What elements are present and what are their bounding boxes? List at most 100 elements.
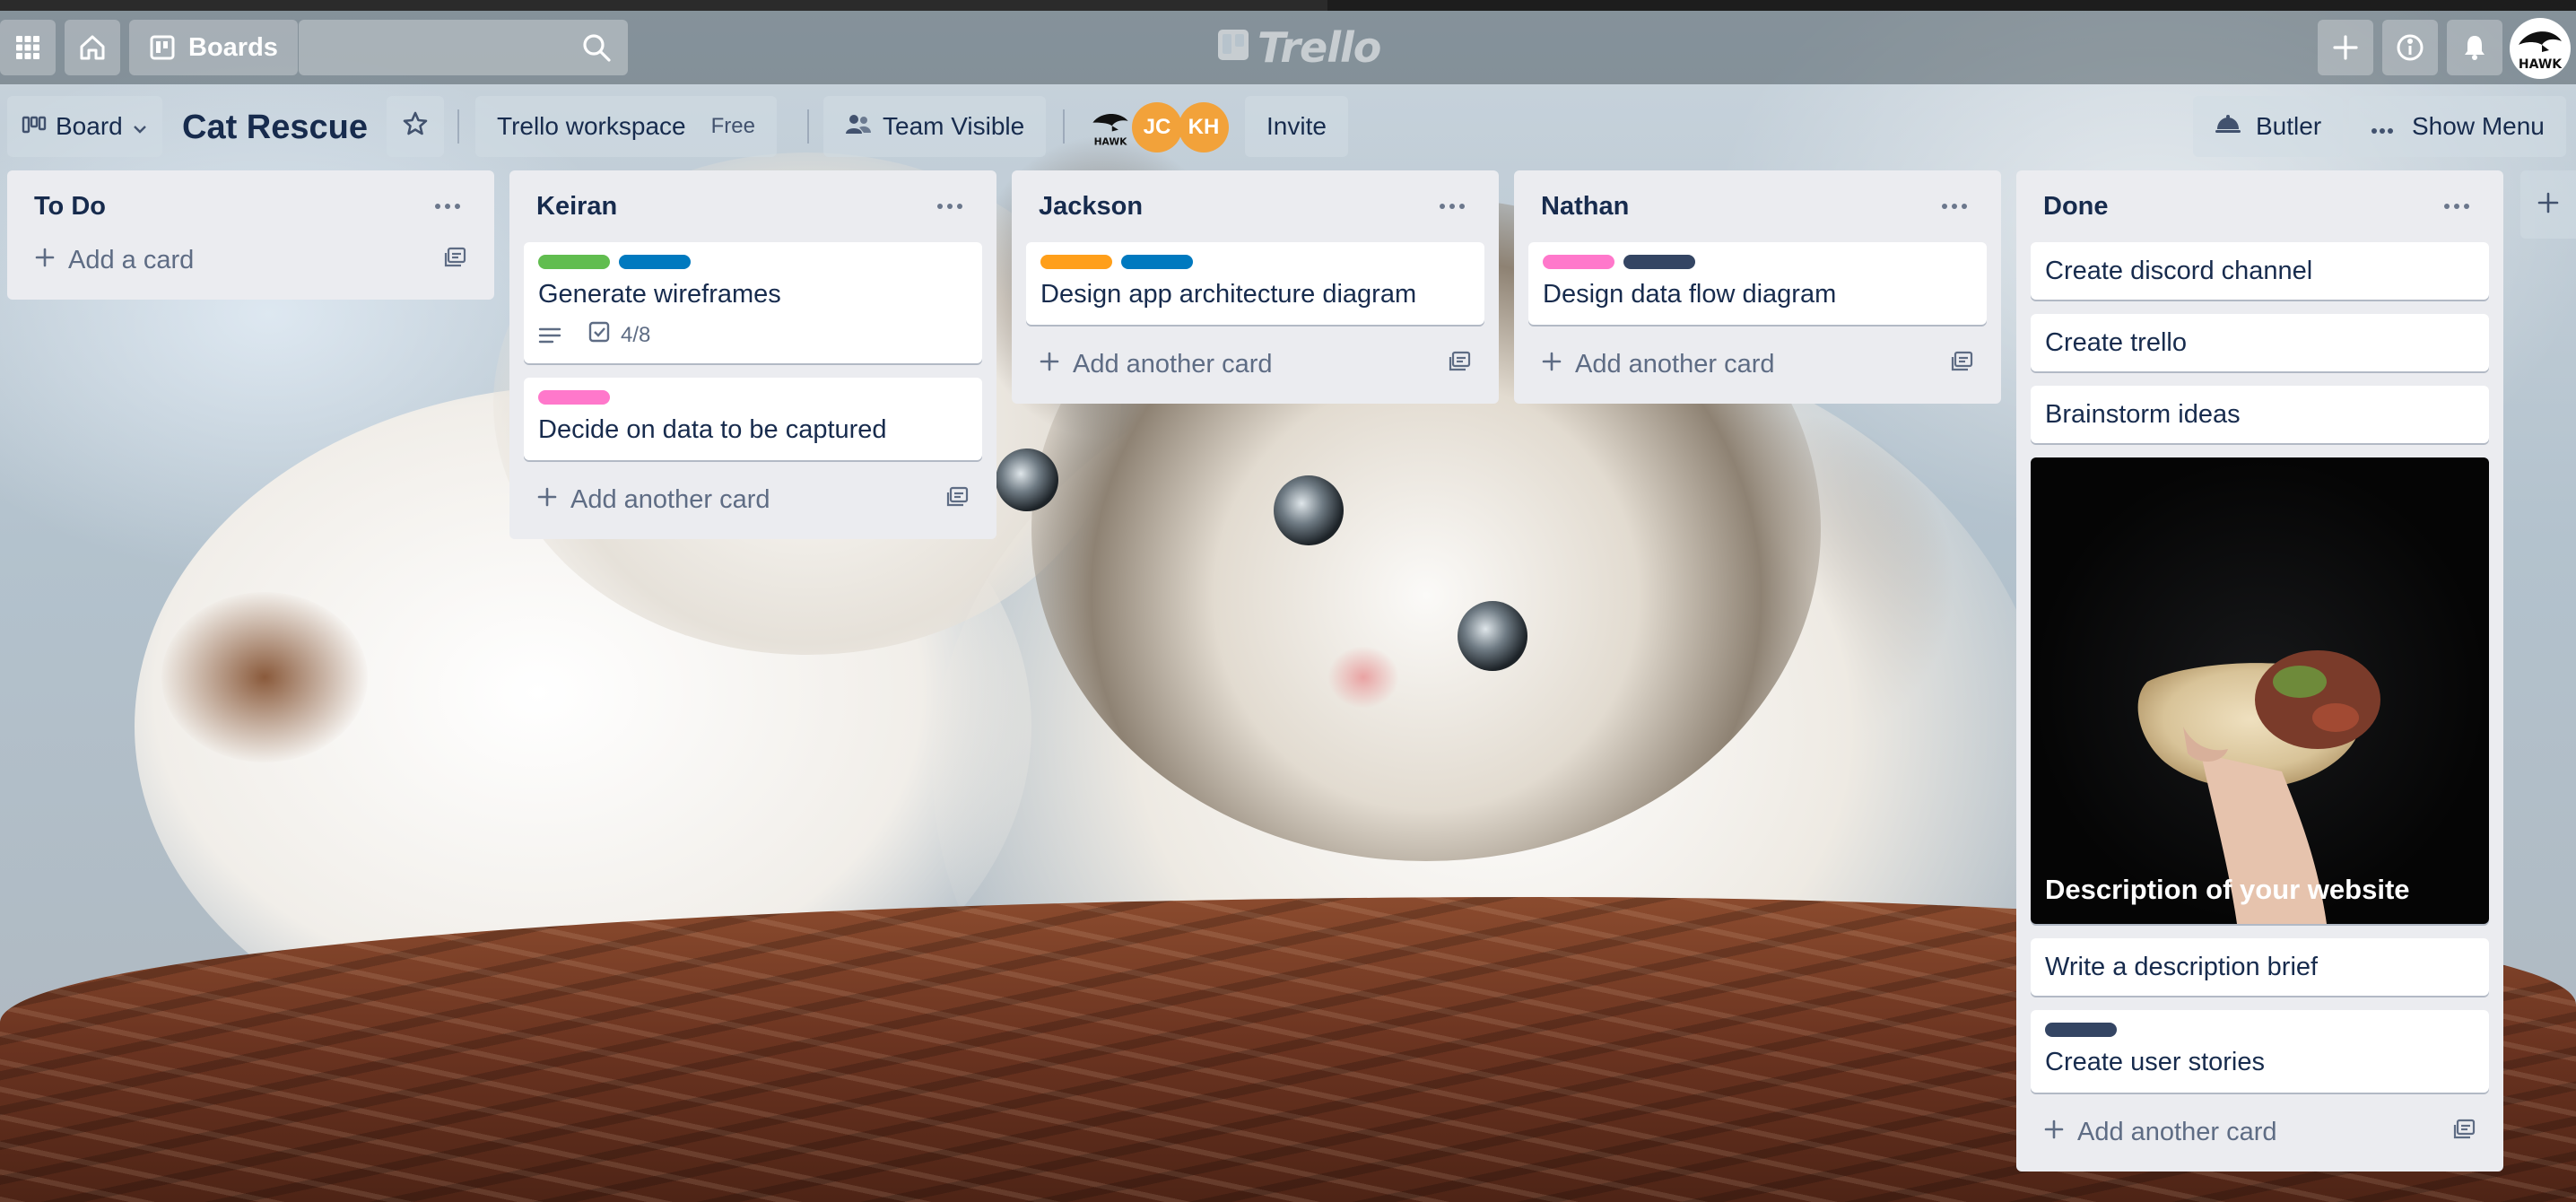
checkbox-icon xyxy=(588,321,610,349)
list-keiran: Keiran Generate wireframes 4/8 Decide on… xyxy=(509,170,996,539)
search-icon xyxy=(581,32,612,67)
list-menu-icon[interactable] xyxy=(428,196,467,216)
star-board-button[interactable] xyxy=(387,96,444,157)
list-title[interactable]: Keiran xyxy=(536,192,617,222)
card-label-orange[interactable] xyxy=(1040,255,1112,269)
card[interactable]: Create trello xyxy=(2031,314,2489,371)
card-title: Description of your website xyxy=(2045,874,2410,905)
card-title: Create discord channel xyxy=(2045,257,2313,285)
list-title[interactable]: To Do xyxy=(34,192,106,222)
add-card-label: Add another card xyxy=(1073,349,1273,379)
list-header: Nathan xyxy=(1528,170,1987,242)
user-avatar[interactable]: HAWK xyxy=(2510,18,2571,79)
header-divider xyxy=(807,109,809,144)
list-menu-icon[interactable] xyxy=(2437,196,2476,216)
card-title: Design app architecture diagram xyxy=(1040,280,1417,309)
card-title: Create trello xyxy=(2045,328,2187,357)
header-divider xyxy=(457,109,459,144)
add-card-label: Add a card xyxy=(68,245,195,274)
butler-button[interactable]: Butler xyxy=(2193,96,2344,157)
card-label-navy[interactable] xyxy=(1623,255,1695,269)
apps-icon xyxy=(14,34,41,61)
card[interactable]: Write a description brief xyxy=(2031,938,2489,996)
list-done: Done Create discord channel Create trell… xyxy=(2016,170,2503,1172)
workspace-button[interactable]: Trello workspace Free xyxy=(475,96,777,157)
member-avatar-jc[interactable]: JC xyxy=(1132,102,1182,152)
list-header: Jackson xyxy=(1026,170,1484,242)
card-label-navy[interactable] xyxy=(2045,1023,2117,1037)
card-label-pink[interactable] xyxy=(538,390,610,405)
plus-icon xyxy=(2043,1118,2065,1147)
card[interactable]: Brainstorm ideas xyxy=(2031,386,2489,443)
list-header: To Do xyxy=(22,170,480,242)
add-card-button[interactable]: Add another card xyxy=(524,475,982,525)
svg-text:HAWK: HAWK xyxy=(1094,136,1128,148)
invite-button[interactable]: Invite xyxy=(1245,96,1348,157)
description-icon xyxy=(538,327,561,344)
trello-logo-text: Trello xyxy=(1258,23,1381,72)
info-button[interactable] xyxy=(2382,20,2438,75)
card[interactable]: Create user stories xyxy=(2031,1010,2489,1093)
visibility-button[interactable]: Team Visible xyxy=(823,96,1047,157)
list-header: Keiran xyxy=(524,170,982,242)
add-card-button[interactable]: Add another card xyxy=(1528,339,1987,389)
plus-icon xyxy=(2331,33,2360,62)
header-divider xyxy=(1063,109,1065,144)
card[interactable]: Design app architecture diagram xyxy=(1026,242,1484,325)
list-title[interactable]: Jackson xyxy=(1039,192,1143,222)
card[interactable]: Generate wireframes 4/8 xyxy=(524,242,982,363)
card-template-icon[interactable] xyxy=(1449,350,1472,379)
card-title: Generate wireframes xyxy=(538,280,781,309)
plus-icon xyxy=(2537,191,2560,219)
list-menu-icon[interactable] xyxy=(1935,196,1974,216)
visibility-label: Team Visible xyxy=(883,112,1025,140)
card-title: Decide on data to be captured xyxy=(538,415,887,444)
add-card-button[interactable]: Add a card xyxy=(22,235,480,285)
list-header: Done xyxy=(2031,170,2489,242)
add-card-label: Add another card xyxy=(570,484,770,514)
board-view-label: Board xyxy=(56,112,123,140)
butler-label: Butler xyxy=(2256,112,2322,140)
card[interactable]: Design data flow diagram xyxy=(1528,242,1987,325)
add-card-button[interactable]: Add another card xyxy=(1026,339,1484,389)
list-title[interactable]: Done xyxy=(2043,192,2109,222)
list-menu-icon[interactable] xyxy=(1432,196,1472,216)
card-with-cover[interactable]: Description of your website xyxy=(2031,457,2489,924)
apps-button[interactable] xyxy=(0,20,56,75)
list-menu-icon[interactable] xyxy=(930,196,970,216)
checklist-badge: 4/8 xyxy=(588,321,650,349)
show-menu-label: Show Menu xyxy=(2412,112,2545,140)
list-jackson: Jackson Design app architecture diagram … xyxy=(1012,170,1499,404)
list-title[interactable]: Nathan xyxy=(1541,192,1629,222)
member-avatar[interactable]: HAWK xyxy=(1085,102,1136,152)
trello-logo[interactable]: Trello xyxy=(1216,22,1381,74)
trello-logo-icon xyxy=(1216,23,1250,72)
card-template-icon[interactable] xyxy=(2453,1118,2476,1147)
create-button[interactable] xyxy=(2318,20,2373,75)
card[interactable]: Decide on data to be captured xyxy=(524,378,982,460)
home-button[interactable] xyxy=(65,20,120,75)
add-card-button[interactable]: Add another card xyxy=(2031,1107,2489,1157)
card-label-blue[interactable] xyxy=(619,255,691,269)
board-view-switcher[interactable]: Board xyxy=(7,96,162,157)
plus-icon xyxy=(536,485,558,515)
card-title: Create user stories xyxy=(2045,1048,2265,1076)
member-avatar-kh[interactable]: KH xyxy=(1179,102,1229,152)
boards-button[interactable]: Boards xyxy=(129,20,298,75)
plus-icon xyxy=(1541,350,1562,379)
card-template-icon[interactable] xyxy=(1951,350,1974,379)
plus-icon xyxy=(34,246,56,275)
board-title[interactable]: Cat Rescue xyxy=(182,100,368,154)
card-label-green[interactable] xyxy=(538,255,610,269)
list-to-do: To Do Add a card xyxy=(7,170,494,300)
card[interactable]: Create discord channel xyxy=(2031,242,2489,300)
search-input[interactable] xyxy=(299,20,628,75)
workspace-name: Trello workspace xyxy=(497,112,686,140)
card-template-icon[interactable] xyxy=(444,246,467,275)
card-label-blue[interactable] xyxy=(1121,255,1193,269)
card-template-icon[interactable] xyxy=(946,485,970,515)
notifications-button[interactable] xyxy=(2447,20,2502,75)
show-menu-button[interactable]: Show Menu xyxy=(2349,96,2566,157)
add-list-button[interactable] xyxy=(2520,170,2576,239)
card-label-pink[interactable] xyxy=(1543,255,1614,269)
